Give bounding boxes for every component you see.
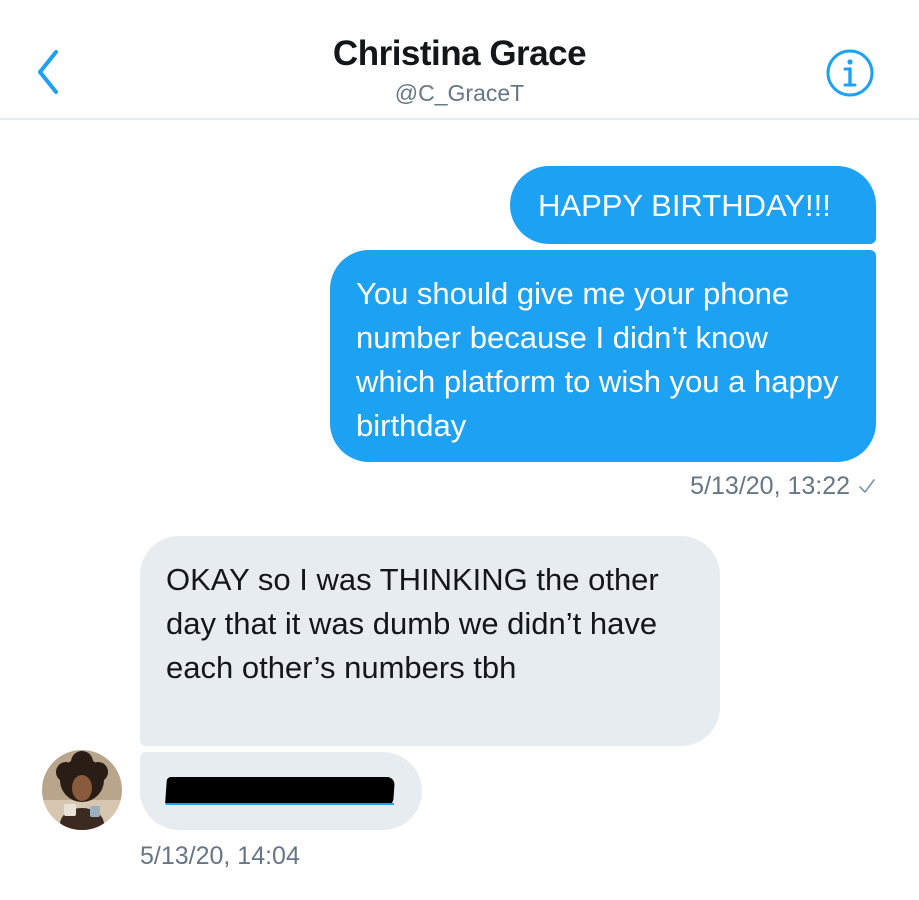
info-circle-icon bbox=[824, 49, 876, 103]
redacted-phone-number bbox=[165, 777, 395, 805]
incoming-timestamp: 5/13/20, 14:04 bbox=[140, 842, 300, 870]
message-text: You should give me your phone number bec… bbox=[356, 276, 839, 443]
incoming-message[interactable] bbox=[140, 752, 422, 830]
info-button[interactable] bbox=[824, 47, 876, 99]
message-text: HAPPY BIRTHDAY!!! bbox=[538, 188, 831, 223]
conversation-header: Christina Grace @C_GraceT bbox=[0, 0, 919, 120]
conversation-title: Christina Grace bbox=[332, 34, 587, 73]
outgoing-message[interactable]: HAPPY BIRTHDAY!!! bbox=[510, 166, 876, 244]
avatar[interactable] bbox=[42, 750, 122, 830]
checkmark-icon bbox=[857, 472, 877, 500]
phone-link-underline[interactable] bbox=[166, 803, 394, 805]
conversation-handle: @C_GraceT bbox=[394, 80, 525, 106]
outgoing-timestamp-row: 5/13/20, 13:22 bbox=[690, 472, 877, 501]
conversation-title-block: Christina Grace @C_GraceT bbox=[0, 32, 919, 110]
message-timestamp: 5/13/20, 13:22 bbox=[690, 472, 851, 500]
message-text: OKAY so I was THINKING the other day tha… bbox=[166, 562, 659, 685]
incoming-message[interactable]: OKAY so I was THINKING the other day tha… bbox=[140, 536, 720, 746]
outgoing-message[interactable]: You should give me your phone number bec… bbox=[330, 250, 876, 462]
